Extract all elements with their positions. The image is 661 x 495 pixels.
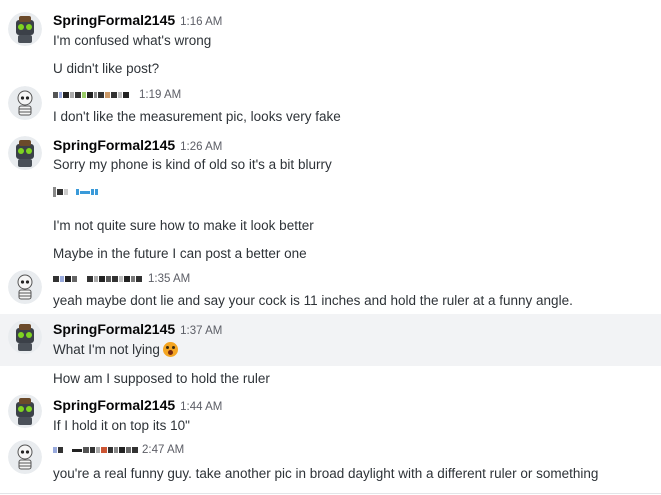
username[interactable]: SpringFormal2145 [53,137,175,153]
robot-avatar-icon [8,136,42,170]
message-text: I don't like the measurement pic, looks … [53,109,341,124]
pleading-face-emoji-icon[interactable] [162,342,178,357]
timestamp: 1:37 AM [180,325,223,337]
message-text: I'm confused what's wrong [53,33,212,48]
timestamp: 2:47 AM [142,444,185,456]
redacted-username [53,89,129,101]
message-text: How am I supposed to hold the ruler [53,371,270,386]
message-text: U didn't like post? [53,61,160,76]
skeleton-avatar-icon [8,270,42,304]
avatar[interactable] [8,136,42,170]
message-text-content: What I'm not lying [53,342,160,357]
timestamp: 1:26 AM [180,141,223,153]
avatar[interactable] [8,320,42,354]
timestamp: 1:35 AM [148,273,191,285]
message-text: Sorry my phone is kind of old so it's a … [53,157,332,172]
timestamp: 1:19 AM [139,89,182,101]
robot-avatar-icon [8,12,42,46]
avatar[interactable] [8,12,42,46]
message-text: I'm not quite sure how to make it look b… [53,218,314,233]
message-text: you're a real funny guy. take another pi… [53,466,599,481]
avatar[interactable] [8,394,42,428]
timestamp: 1:44 AM [180,401,223,413]
message-text: Maybe in the future I can post a better … [53,246,307,261]
username[interactable]: SpringFormal2145 [53,321,175,337]
skeleton-avatar-icon [8,440,42,474]
redacted-username [53,444,138,456]
redacted-content [53,185,98,200]
avatar[interactable] [8,440,42,474]
username[interactable]: SpringFormal2145 [53,12,175,28]
avatar[interactable] [8,270,42,304]
avatar[interactable] [8,86,42,120]
message-text: yeah maybe dont lie and say your cock is… [53,293,573,308]
timestamp: 1:16 AM [180,16,223,28]
message-text: What I'm not lying [53,342,178,357]
redacted-username [53,273,142,285]
username[interactable]: SpringFormal2145 [53,397,175,413]
robot-avatar-icon [8,320,42,354]
divider [0,493,661,494]
robot-avatar-icon [8,394,42,428]
chat-message-list: SpringFormal2145 1:16 AM I'm confused wh… [0,0,661,495]
skeleton-avatar-icon [8,86,42,120]
message-text: If I hold it on top its 10" [53,418,190,433]
